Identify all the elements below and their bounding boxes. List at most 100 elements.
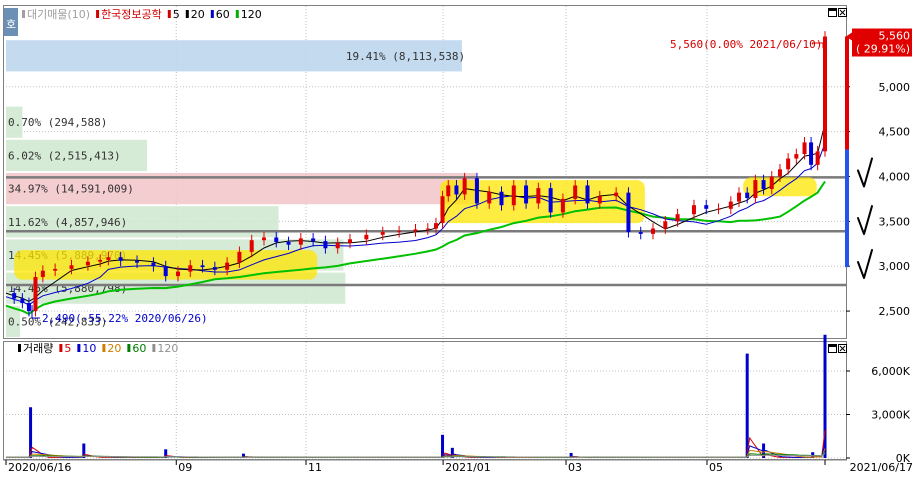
legend-label: 120 xyxy=(241,8,262,21)
volume-axis: 0K3,000K6,000K xyxy=(846,365,911,465)
checkmark-icon xyxy=(857,205,873,236)
volume-profile-label: 0.70% (294,588) xyxy=(8,116,107,129)
candle-body xyxy=(815,151,820,165)
candle-body xyxy=(675,214,680,222)
stock-chart-window: 호 대기매물(10) 한국정보공학 5 20 60 120 거래량 5 10 20 60 120 0… xyxy=(0,0,915,474)
legend-label: 대기매물(10) xyxy=(27,8,90,21)
candle-body xyxy=(249,240,254,252)
candle-body xyxy=(777,169,782,177)
legend-label: 120 xyxy=(157,342,178,355)
volume-tick-label: 6,000K xyxy=(871,365,910,378)
chart-badge-text: 호 xyxy=(6,18,16,31)
candle-body xyxy=(118,257,123,261)
candle-body xyxy=(85,261,90,266)
candle-body xyxy=(536,188,541,204)
legend-label: 20 xyxy=(191,8,205,21)
candle-body xyxy=(499,191,504,206)
candle-body xyxy=(286,241,291,245)
price-tick-label: 3,500 xyxy=(879,215,911,228)
candle-body xyxy=(548,188,553,213)
candle-body xyxy=(728,201,733,209)
candle-body xyxy=(823,36,827,152)
legend-label: 5 xyxy=(64,342,71,355)
volume-profile-label: 19.41% (8,113,538) xyxy=(346,50,465,63)
candle-body xyxy=(524,185,529,204)
legend-swatch xyxy=(185,10,189,18)
legend-label: 10 xyxy=(82,342,96,355)
candle-body xyxy=(69,265,74,269)
candle-body xyxy=(786,158,791,170)
maximize-icon xyxy=(829,345,836,347)
candle-body xyxy=(212,267,217,270)
candle-body xyxy=(225,262,230,270)
price-tick-label: 3,000 xyxy=(879,260,911,273)
candle-body xyxy=(573,185,578,199)
candle-body xyxy=(585,185,590,204)
candle-body xyxy=(794,154,799,159)
candle-body xyxy=(511,185,516,206)
low-annotation: 2,490(-55.22% 2020/06/26) xyxy=(42,312,208,325)
price-tick-label: 4,500 xyxy=(879,126,911,139)
candle-body xyxy=(200,265,205,268)
candle-body xyxy=(98,259,103,262)
date-tick-label: 2021/06/17 xyxy=(850,461,913,474)
last-price-value: 5,560 xyxy=(879,30,911,43)
price-legend: 대기매물(10) 한국정보공학 5 20 60 120 xyxy=(22,8,262,21)
legend-swatch xyxy=(152,344,156,352)
checkmark-icon xyxy=(857,249,873,280)
volume-profile-label: 34.97% (14,591,009) xyxy=(8,183,134,196)
legend-swatch xyxy=(127,344,131,352)
candle-body xyxy=(40,270,45,277)
date-tick-label: 05 xyxy=(709,461,723,474)
checkmark-icon xyxy=(857,157,873,188)
candle-body xyxy=(298,238,303,245)
candle-body xyxy=(135,260,140,263)
checkmark-marks xyxy=(857,157,873,280)
candle-body xyxy=(397,231,402,233)
candle-body xyxy=(560,198,565,213)
candle-body xyxy=(380,232,385,235)
date-tick-label: 2021/01 xyxy=(445,461,491,474)
volume-bar xyxy=(745,353,749,458)
candle-body xyxy=(33,276,38,312)
price-tick-label: 4,000 xyxy=(879,170,911,183)
candle-body xyxy=(487,191,492,204)
date-tick-label: 2020/06/16 xyxy=(8,461,71,474)
candle-body xyxy=(20,298,25,304)
last-price-change: ( 29.91%) xyxy=(856,43,910,56)
candle-body xyxy=(737,192,742,202)
candle-body xyxy=(474,178,479,204)
candle-body xyxy=(769,176,774,190)
range-bar-down xyxy=(845,149,849,268)
legend-swatch xyxy=(77,344,81,352)
legend-swatch xyxy=(102,344,106,352)
candle-body xyxy=(311,238,316,242)
date-tick-label: 11 xyxy=(308,461,322,474)
candle-body xyxy=(106,257,111,260)
candle-body xyxy=(638,232,643,234)
legend-swatch xyxy=(167,10,171,18)
legend-swatch xyxy=(59,344,63,352)
maximize-icon xyxy=(829,9,836,11)
range-bar-up xyxy=(845,36,849,150)
legend-label: 한국정보공학 xyxy=(101,8,162,21)
candle-body xyxy=(651,228,656,234)
candle-body xyxy=(151,262,156,267)
candle-body xyxy=(454,185,459,195)
legend-label: 거래량 xyxy=(23,342,53,355)
candle-body xyxy=(745,192,750,199)
price-tick-label: 2,500 xyxy=(879,305,911,318)
candle-body xyxy=(663,221,668,229)
candle-body xyxy=(597,196,602,204)
candle-body xyxy=(462,178,467,195)
volume-profile-label: 11.62% (4,857,946) xyxy=(8,216,127,229)
candle-body xyxy=(761,180,766,190)
legend-swatch xyxy=(210,10,214,18)
candle-body xyxy=(53,268,58,271)
high-annotation: 5,560(0.00% 2021/06/10) xyxy=(670,38,822,51)
candle-body xyxy=(425,228,430,230)
candle-body xyxy=(413,229,418,232)
price-axis: 2,500 3,000 3,500 4,000 4,500 5,000 5,560( 29.… xyxy=(845,28,912,318)
legend-swatch xyxy=(22,10,25,18)
candle-body xyxy=(237,251,242,263)
